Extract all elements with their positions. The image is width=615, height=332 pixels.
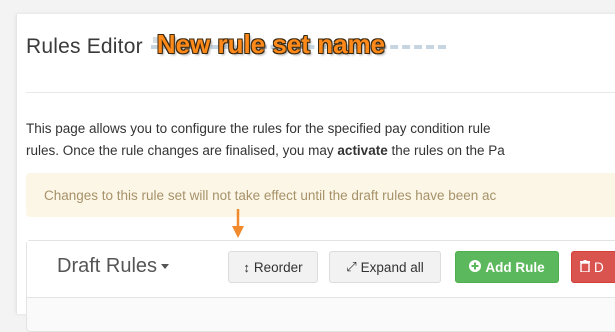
rule-set-name-annotation: New rule set name	[156, 29, 386, 59]
plus-circle-icon	[469, 259, 482, 275]
draft-warning-alert: Changes to this rule set will not take e…	[26, 173, 615, 217]
rule-set-name-field[interactable]: New rule set name	[150, 29, 446, 62]
expand-all-button[interactable]: ⤢ Expand all	[329, 251, 441, 283]
description-line-1: This page allows you to configure the ru…	[26, 121, 491, 136]
draft-rules-panel-header: Draft Rules ↕ Reorder ⤢ Expand all Add R…	[27, 241, 615, 298]
reorder-button-label: Reorder	[253, 259, 303, 275]
trash-icon	[580, 259, 590, 275]
page-title: Rules Editor	[26, 35, 143, 58]
expand-all-button-label: Expand all	[360, 259, 424, 275]
draft-rules-title: Draft Rules	[57, 255, 158, 277]
draft-rules-panel: Draft Rules ↕ Reorder ⤢ Expand all Add R…	[26, 240, 615, 332]
expand-diagonal-icon: ⤢	[346, 259, 357, 274]
arrow-down-annotation	[232, 209, 244, 238]
draft-rules-dropdown[interactable]: Draft Rules	[57, 255, 170, 278]
delete-button[interactable]: D	[571, 251, 615, 283]
title-row: Rules Editor New rule set name	[26, 29, 446, 62]
description-line-2: rules. Once the rule changes are finalis…	[26, 140, 615, 162]
description-line-2-end: the rules on the Pa	[387, 143, 505, 158]
vertical-arrows-icon: ↕	[243, 259, 250, 275]
delete-button-label: D	[594, 259, 604, 275]
title-divider	[26, 92, 615, 93]
reorder-button[interactable]: ↕ Reorder	[228, 251, 318, 283]
caret-down-icon	[161, 264, 170, 269]
add-rule-button[interactable]: Add Rule	[455, 251, 559, 283]
activate-keyword: activate	[337, 143, 388, 158]
description-line-2-start: rules. Once the rule changes are finalis…	[26, 143, 338, 158]
page-description: This page allows you to configure the ru…	[26, 118, 615, 162]
add-rule-button-label: Add Rule	[485, 259, 545, 275]
draft-warning-text: Changes to this rule set will not take e…	[44, 187, 497, 203]
